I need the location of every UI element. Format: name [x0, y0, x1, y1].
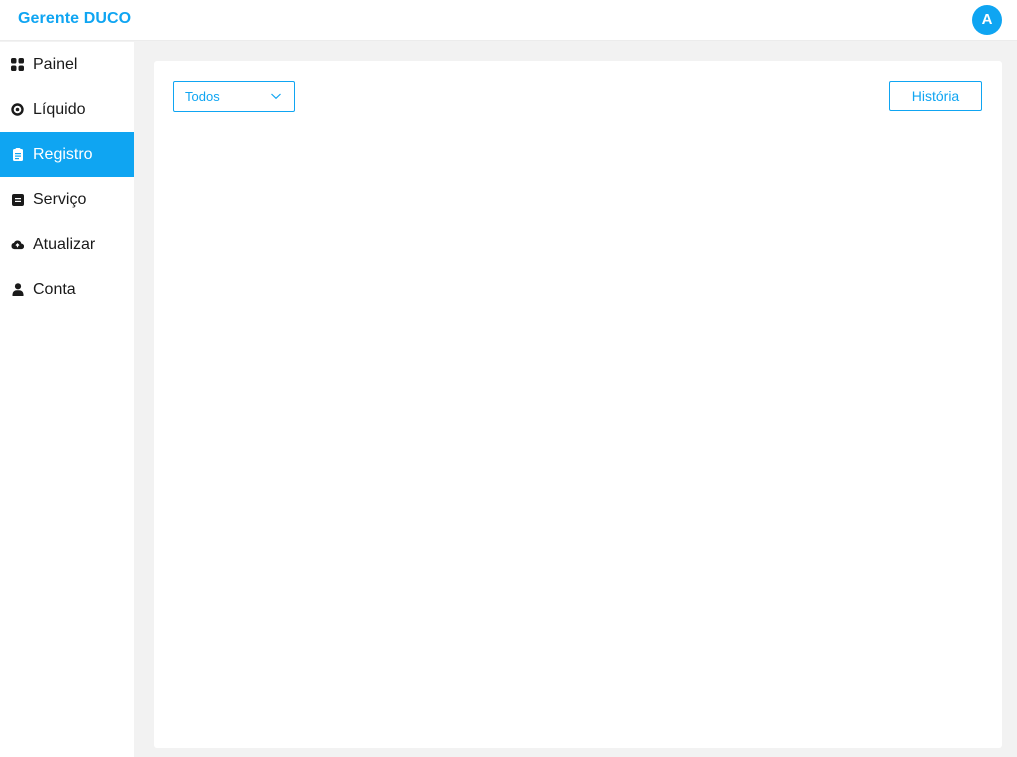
sidebar-item-label: Atualizar: [33, 235, 96, 253]
top-bar: Gerente DUCO A: [0, 0, 1017, 41]
clipboard-icon: [11, 148, 24, 161]
sidebar-item-servico[interactable]: Serviço: [0, 177, 134, 222]
user-icon: [11, 283, 24, 296]
history-button[interactable]: História: [889, 81, 982, 111]
chevron-down-icon: [270, 90, 282, 102]
sidebar-item-label: Registro: [33, 145, 93, 163]
filter-select[interactable]: Todos: [173, 81, 295, 112]
main-panel: Todos História: [154, 61, 1002, 748]
sidebar-item-painel[interactable]: Painel: [0, 42, 134, 87]
sidebar-item-label: Painel: [33, 55, 78, 73]
card-icon: [11, 193, 24, 206]
cloud-upload-icon: [11, 238, 24, 251]
sidebar-item-liquido[interactable]: Líquido: [0, 87, 134, 132]
sidebar-item-atualizar[interactable]: Atualizar: [0, 222, 134, 267]
sidebar-item-registro[interactable]: Registro: [0, 132, 134, 177]
target-icon: [11, 103, 24, 116]
grid-icon: [11, 58, 24, 71]
sidebar-item-label: Líquido: [33, 100, 86, 118]
app-title: Gerente DUCO: [18, 10, 132, 27]
filter-select-value: Todos: [185, 89, 220, 104]
sidebar-item-conta[interactable]: Conta: [0, 267, 134, 312]
sidebar-item-label: Serviço: [33, 190, 87, 208]
avatar[interactable]: A: [972, 5, 1002, 35]
sidebar: Painel Líquido Registro Serviço Atualiza…: [0, 42, 134, 757]
sidebar-item-label: Conta: [33, 280, 76, 298]
